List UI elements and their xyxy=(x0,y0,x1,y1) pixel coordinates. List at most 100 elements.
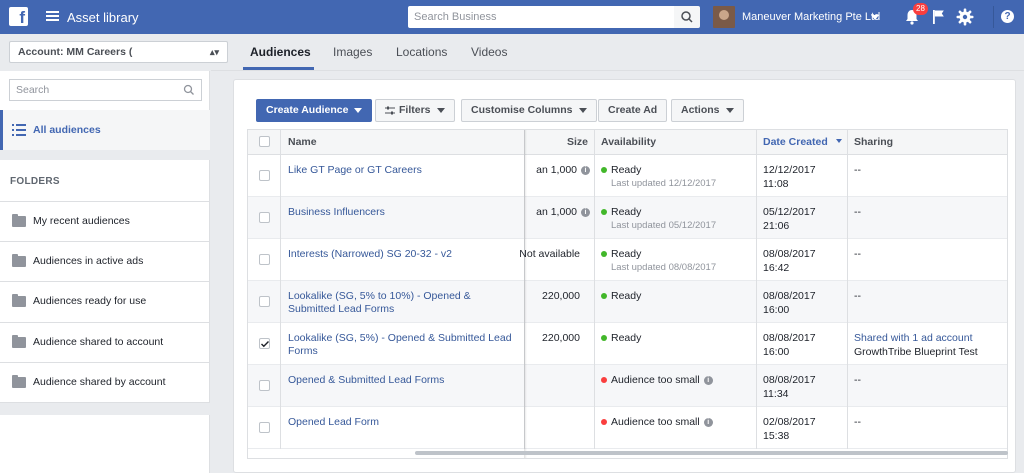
divider xyxy=(0,150,210,160)
status-text: Ready xyxy=(611,206,642,218)
table-row[interactable]: Like GT Page or GT Careers an 1,000 i Ready… xyxy=(248,155,1007,197)
tab-images[interactable]: Images xyxy=(333,45,372,59)
row-checkbox[interactable] xyxy=(259,254,270,265)
last-updated: Last updated 12/12/2017 xyxy=(611,178,717,189)
date-created: 08/08/2017 xyxy=(763,290,816,302)
row-checkbox[interactable] xyxy=(259,296,270,307)
select-all-checkbox[interactable] xyxy=(259,136,270,147)
create-audience-button[interactable]: Create Audience xyxy=(256,99,373,122)
folder-icon xyxy=(12,335,26,348)
audience-name-link[interactable]: Interests (Narrowed) SG 20-32 - v2 xyxy=(288,248,513,261)
gear-icon[interactable] xyxy=(956,8,974,26)
row-checkbox[interactable] xyxy=(259,212,270,223)
filters-button[interactable]: Filters xyxy=(375,99,455,122)
search-business-input[interactable]: Search Business xyxy=(408,6,674,28)
audience-name-link[interactable]: Opened Lead Form xyxy=(288,416,513,429)
actions-button[interactable]: Actions xyxy=(671,99,744,122)
row-checkbox[interactable] xyxy=(259,422,270,433)
audience-name-link[interactable]: Opened & Submitted Lead Forms xyxy=(288,374,513,387)
audience-size: Not available xyxy=(510,248,580,260)
select-all-header xyxy=(248,130,281,154)
audience-name-link[interactable]: Business Influencers xyxy=(288,206,513,219)
frozen-column-shadow xyxy=(524,130,527,458)
column-header-name[interactable]: Name xyxy=(281,130,525,154)
table-row[interactable]: Business Influencers an 1,000 i Ready Last u… xyxy=(248,197,1007,239)
status-text: Audience too small xyxy=(611,416,700,428)
column-header-availability[interactable]: Availability xyxy=(595,130,757,154)
status-text: Ready xyxy=(611,248,642,260)
size-value: Not available xyxy=(519,248,580,260)
availability-status: Ready xyxy=(601,290,641,302)
time-created: 16:00 xyxy=(763,346,790,358)
row-checkbox[interactable] xyxy=(259,380,270,391)
sliders-icon xyxy=(385,106,395,115)
size-cell xyxy=(525,197,595,239)
row-checkbox[interactable] xyxy=(259,170,270,181)
search-button[interactable] xyxy=(674,6,700,28)
create-ad-button[interactable]: Create Ad xyxy=(598,99,668,122)
sidebar-item-folder[interactable]: My recent audiences xyxy=(0,201,210,241)
table-row[interactable]: Interests (Narrowed) SG 20-32 - v2 Not av… xyxy=(248,239,1007,281)
info-icon[interactable]: i xyxy=(703,375,713,385)
chevron-down-icon[interactable] xyxy=(871,15,879,20)
shared-accounts-link[interactable]: Shared with 1 ad account xyxy=(854,332,973,344)
sidebar-item-folder[interactable]: Audiences in active ads xyxy=(0,241,210,281)
status-text: Ready xyxy=(611,332,642,344)
sharing-status: -- xyxy=(854,416,861,428)
column-header-size[interactable]: Size xyxy=(525,130,595,154)
sidebar-item-folder[interactable]: Audience shared by account xyxy=(0,362,210,403)
help-icon[interactable]: ? xyxy=(1001,10,1014,23)
info-icon[interactable]: i xyxy=(703,417,713,427)
last-updated: Last updated 08/08/2017 xyxy=(611,262,717,273)
button-label: Create Audience xyxy=(266,104,349,116)
availability-cell xyxy=(595,365,757,407)
business-avatar[interactable] xyxy=(713,6,735,28)
tab-videos[interactable]: Videos xyxy=(471,45,507,59)
table-row[interactable]: Lookalike (SG, 5%) - Opened & Submitted … xyxy=(248,323,1007,365)
status-dot-icon xyxy=(601,209,607,216)
audience-name-link[interactable]: Like GT Page or GT Careers xyxy=(288,164,513,177)
availability-cell xyxy=(595,239,757,281)
tab-audiences[interactable]: Audiences xyxy=(250,45,311,59)
flag-icon[interactable] xyxy=(932,9,946,25)
column-header-sharing[interactable]: Sharing xyxy=(848,130,1007,154)
search-icon[interactable] xyxy=(183,84,195,96)
table-row[interactable]: Lookalike (SG, 5% to 10%) - Opened & Sub… xyxy=(248,281,1007,323)
menu-icon[interactable] xyxy=(46,11,59,21)
sidebar-item-folder[interactable]: Audiences ready for use xyxy=(0,281,210,321)
column-header-date-created[interactable]: Date Created xyxy=(757,130,848,154)
size-value: an 1,000 xyxy=(536,206,577,218)
info-icon[interactable]: i xyxy=(581,165,590,175)
facebook-logo[interactable]: f xyxy=(9,7,28,26)
date-created: 08/08/2017 xyxy=(763,374,816,386)
table-row[interactable]: Opened & Submitted Lead Forms Audience to… xyxy=(248,365,1007,407)
button-label: Filters xyxy=(399,104,431,116)
sidebar-item-folder[interactable]: Audience shared to account xyxy=(0,322,210,362)
audience-name-link[interactable]: Lookalike (SG, 5%) - Opened & Submitted … xyxy=(288,332,513,358)
horizontal-scrollbar[interactable] xyxy=(415,451,1008,455)
date-cell xyxy=(757,281,848,323)
sidebar-item-all-audiences[interactable] xyxy=(0,110,210,150)
row-checkbox[interactable] xyxy=(259,338,270,349)
time-created: 16:42 xyxy=(763,262,790,274)
availability-status: Ready xyxy=(601,164,641,176)
account-selector[interactable]: Account: MM Careers ( ▴▾ xyxy=(9,41,228,63)
chevron-down-icon xyxy=(725,107,734,113)
folders-heading: FOLDERS xyxy=(10,176,60,187)
customise-columns-button[interactable]: Customise Columns xyxy=(461,99,597,122)
tab-locations[interactable]: Locations xyxy=(396,45,447,59)
availability-status: Ready xyxy=(601,206,641,218)
info-icon[interactable]: i xyxy=(581,207,590,217)
status-dot-icon xyxy=(601,377,607,384)
divider xyxy=(0,403,210,415)
folder-label: Audiences ready for use xyxy=(33,295,147,307)
size-cell xyxy=(525,407,595,449)
size-value: an 1,000 xyxy=(536,164,577,176)
sidebar-item-label: All audiences xyxy=(33,124,101,136)
audience-name-link[interactable]: Lookalike (SG, 5% to 10%) - Opened & Sub… xyxy=(288,290,513,316)
business-name[interactable]: Maneuver Marketing Pte Ltd xyxy=(742,11,880,23)
table-row[interactable]: Opened Lead Form Audience too small i 02/08… xyxy=(248,407,1007,449)
size-cell xyxy=(525,155,595,197)
date-created: 02/08/2017 xyxy=(763,416,816,428)
sidebar-search-input[interactable]: Search xyxy=(9,79,202,101)
